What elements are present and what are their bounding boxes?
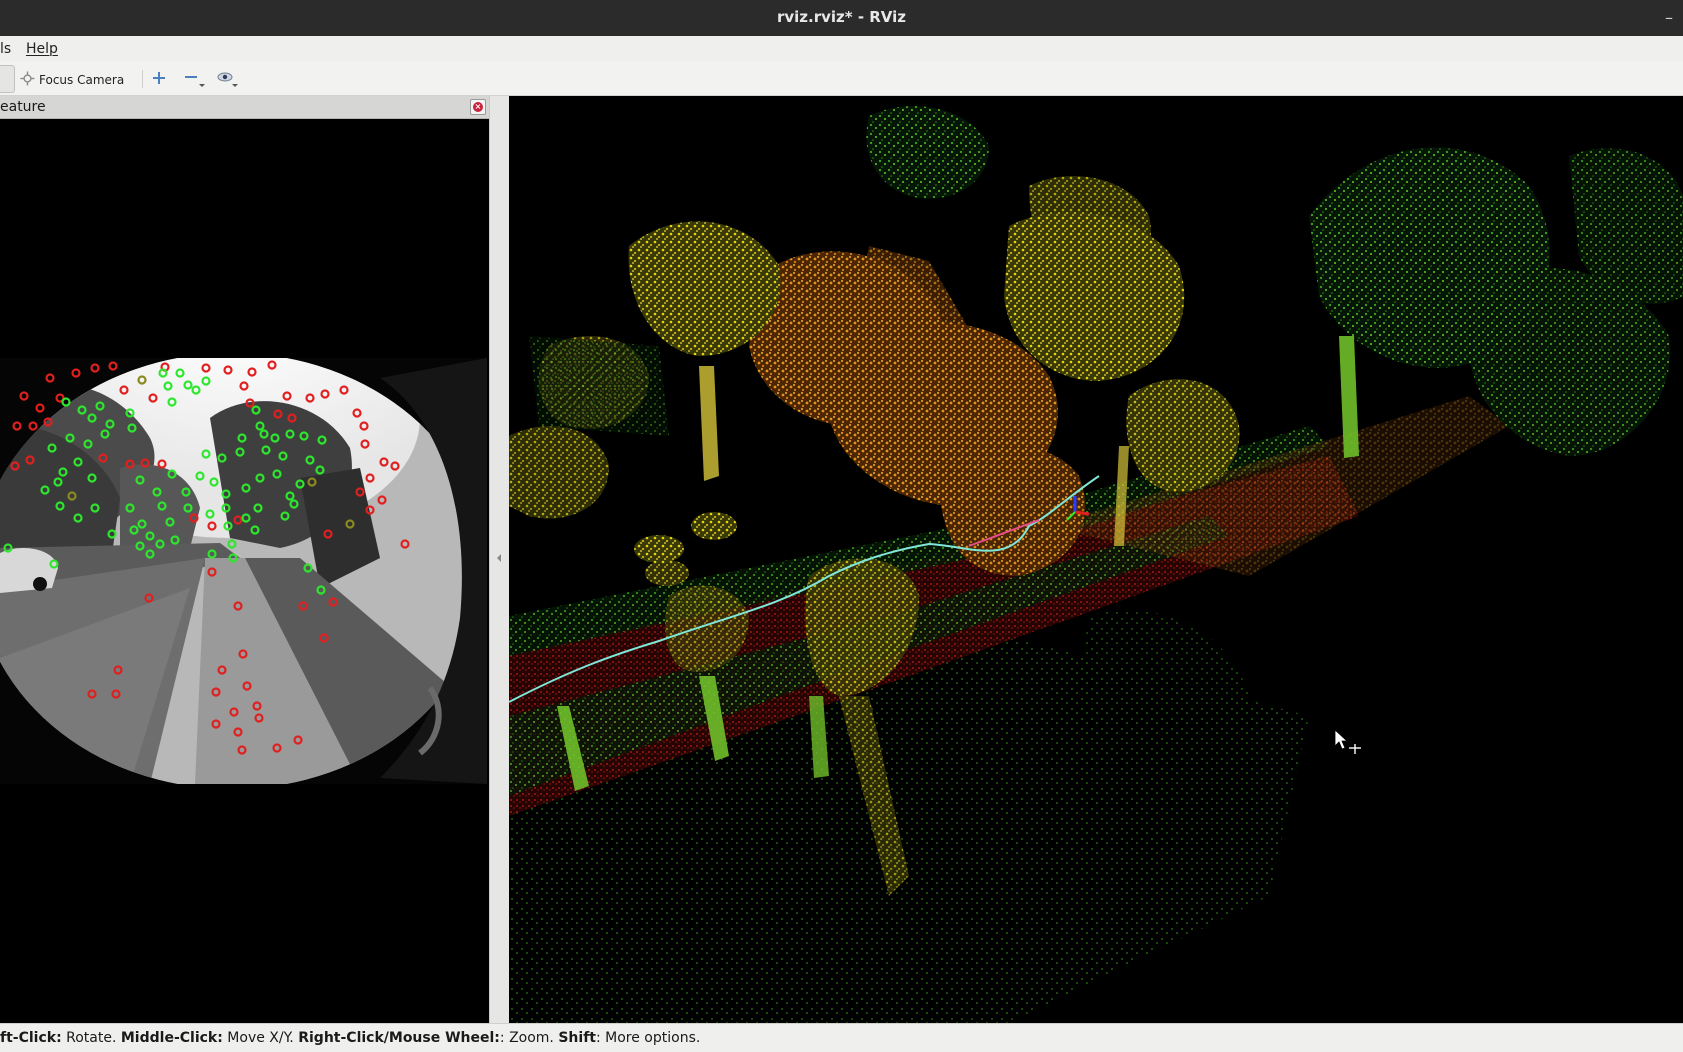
zoom-out-button[interactable]	[184, 71, 206, 92]
point-cloud-map	[509, 96, 1683, 1023]
image-panel-header: eature ×	[0, 96, 489, 119]
eye-icon	[217, 71, 239, 92]
toolbar-clipped-button[interactable]	[0, 65, 15, 93]
image-panel: eature ×	[0, 96, 489, 1023]
fisheye-camera-image	[0, 353, 487, 784]
3d-render-viewport[interactable]	[509, 96, 1683, 1023]
close-icon[interactable]: ×	[470, 99, 486, 115]
minus-icon	[184, 71, 206, 92]
splitter-grip[interactable]	[497, 554, 501, 562]
menu-tools[interactable]: ls	[0, 41, 11, 57]
zoom-in-button[interactable]	[152, 71, 166, 88]
window-titlebar: rviz.rviz* - RViz –	[0, 0, 1683, 36]
view-mode-button[interactable]	[217, 71, 239, 92]
panel-splitter[interactable]	[489, 96, 509, 1023]
minimize-button[interactable]: –	[1665, 8, 1673, 27]
focus-camera-label: Focus Camera	[39, 73, 125, 87]
image-panel-title: eature	[0, 99, 46, 115]
menu-help[interactable]: Help	[26, 41, 58, 57]
status-help-text: ft-Click: Rotate. Middle-Click: Move X/Y…	[0, 1030, 701, 1046]
menubar: ls Help	[0, 36, 1683, 62]
statusbar: ft-Click: Rotate. Middle-Click: Move X/Y…	[0, 1023, 1683, 1052]
window-title: rviz.rviz* - RViz	[776, 8, 907, 26]
focus-camera-button[interactable]: Focus Camera	[20, 71, 124, 89]
crosshair-move-icon	[20, 71, 35, 89]
toolbar: Focus Camera	[0, 62, 1683, 96]
toolbar-separator	[142, 70, 143, 88]
plus-icon	[152, 71, 166, 88]
